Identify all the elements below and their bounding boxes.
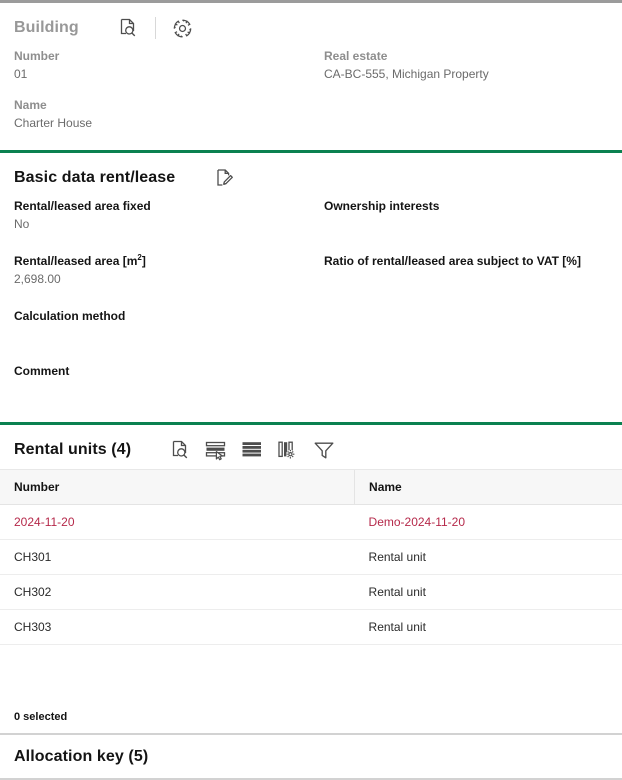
selection-status-bar: 0 selected (0, 703, 622, 733)
field-vat-ratio-label: Ratio of rental/leased area subject to V… (324, 254, 581, 268)
cell-name: Rental unit (354, 609, 622, 645)
column-header-number[interactable]: Number (0, 469, 355, 505)
building-section-header: Building (0, 3, 622, 47)
field-ownership-interests-value (324, 215, 608, 233)
field-ownership-interests: Ownership interests (311, 197, 608, 233)
cell-number: CH301 (0, 539, 355, 575)
table-row[interactable]: CH301 Rental unit (0, 539, 622, 575)
field-vat-ratio: Ratio of rental/leased area subject to V… (311, 252, 608, 288)
rental-units-section-title: Rental units (4) (14, 441, 132, 458)
select-rows-icon[interactable] (203, 437, 229, 463)
field-calculation-method-label: Calculation method (14, 309, 126, 323)
cell-number: CH303 (0, 609, 355, 645)
field-calculation-method: Calculation method (14, 307, 311, 343)
field-area-fixed: Rental/leased area fixed No (14, 197, 311, 233)
document-search-icon[interactable] (167, 437, 193, 463)
document-search-icon[interactable] (115, 15, 141, 41)
basic-data-row-4: Comment (14, 362, 608, 398)
field-area-fixed-label: Rental/leased area fixed (14, 199, 151, 213)
building-row-2-spacer (311, 96, 608, 132)
cell-name: Demo-2024-11-20 (354, 504, 622, 540)
basic-data-section-header: Basic data rent/lease (0, 153, 622, 197)
basic-data-fields: Rental/leased area fixed No Ownership in… (0, 197, 622, 398)
column-header-name[interactable]: Name (354, 469, 622, 505)
field-number-label: Number (14, 49, 60, 63)
table-row[interactable]: CH302 Rental unit (0, 574, 622, 610)
gear-icon[interactable] (170, 15, 196, 41)
field-rental-area: Rental/leased area [m2] 2,698.00 (14, 252, 311, 288)
field-comment-label: Comment (14, 364, 70, 378)
field-rental-area-label: Rental/leased area [m2] (14, 252, 311, 270)
field-number: Number 01 (14, 47, 311, 83)
field-calculation-method-value (14, 325, 311, 343)
table-header-row: Number Name (0, 469, 622, 505)
table-row[interactable]: 2024-11-20 Demo-2024-11-20 (0, 504, 622, 540)
field-name: Name Charter House (14, 96, 311, 132)
table-row[interactable]: CH303 Rental unit (0, 609, 622, 645)
rental-units-section-header: Rental units (4) (0, 425, 622, 469)
basic-data-row-4-spacer (311, 362, 608, 398)
field-vat-ratio-value (324, 270, 608, 288)
cell-name: Rental unit (354, 574, 622, 610)
cell-number: 2024-11-20 (0, 504, 355, 540)
rental-units-toolbar (167, 437, 337, 463)
building-detail-page: Building Number 01 Real estate CA-BC-555… (0, 0, 622, 780)
column-settings-icon[interactable] (275, 437, 301, 463)
basic-data-section-title: Basic data rent/lease (14, 169, 176, 186)
basic-data-row-3-spacer (311, 307, 608, 343)
field-real-estate-label: Real estate (324, 49, 388, 63)
building-row-2: Name Charter House (14, 96, 608, 132)
filter-icon[interactable] (311, 437, 337, 463)
field-comment: Comment (14, 362, 311, 398)
field-name-value: Charter House (14, 116, 93, 130)
building-row-1: Number 01 Real estate CA-BC-555, Michiga… (14, 47, 608, 83)
selection-count-label: 0 selected (14, 711, 68, 723)
field-area-fixed-value: No (14, 217, 30, 231)
field-number-value: 01 (14, 67, 28, 81)
field-real-estate: Real estate CA-BC-555, Michigan Property (311, 47, 608, 83)
field-real-estate-value: CA-BC-555, Michigan Property (324, 67, 489, 81)
field-rental-area-label-suffix: ] (141, 254, 146, 268)
rows-icon[interactable] (239, 437, 265, 463)
document-edit-icon[interactable] (211, 165, 237, 191)
table-empty-space (0, 645, 622, 703)
basic-data-row-3: Calculation method (14, 307, 608, 343)
cell-number: CH302 (0, 574, 355, 610)
basic-data-row-2: Rental/leased area [m2] 2,698.00 Ratio o… (14, 252, 608, 288)
cell-name: Rental unit (354, 539, 622, 575)
toolbar-separator (154, 17, 156, 39)
rental-units-table-body: 2024-11-20 Demo-2024-11-20 CH301 Rental … (0, 504, 622, 645)
field-rental-area-label-prefix: Rental/leased area [m (14, 254, 138, 268)
field-name-label: Name (14, 98, 47, 112)
field-ownership-interests-label: Ownership interests (324, 199, 440, 213)
basic-data-row-1: Rental/leased area fixed No Ownership in… (14, 197, 608, 233)
field-rental-area-value: 2,698.00 (14, 272, 61, 286)
building-toolbar (115, 15, 196, 41)
field-comment-value (14, 380, 311, 398)
building-section-title: Building (14, 19, 79, 36)
allocation-key-section-title: Allocation key (5) (14, 748, 149, 765)
rental-units-table: Number Name 2024-11-20 Demo-2024-11-20 C… (0, 469, 622, 645)
building-fields: Number 01 Real estate CA-BC-555, Michiga… (0, 47, 622, 132)
basic-data-toolbar (211, 165, 237, 191)
